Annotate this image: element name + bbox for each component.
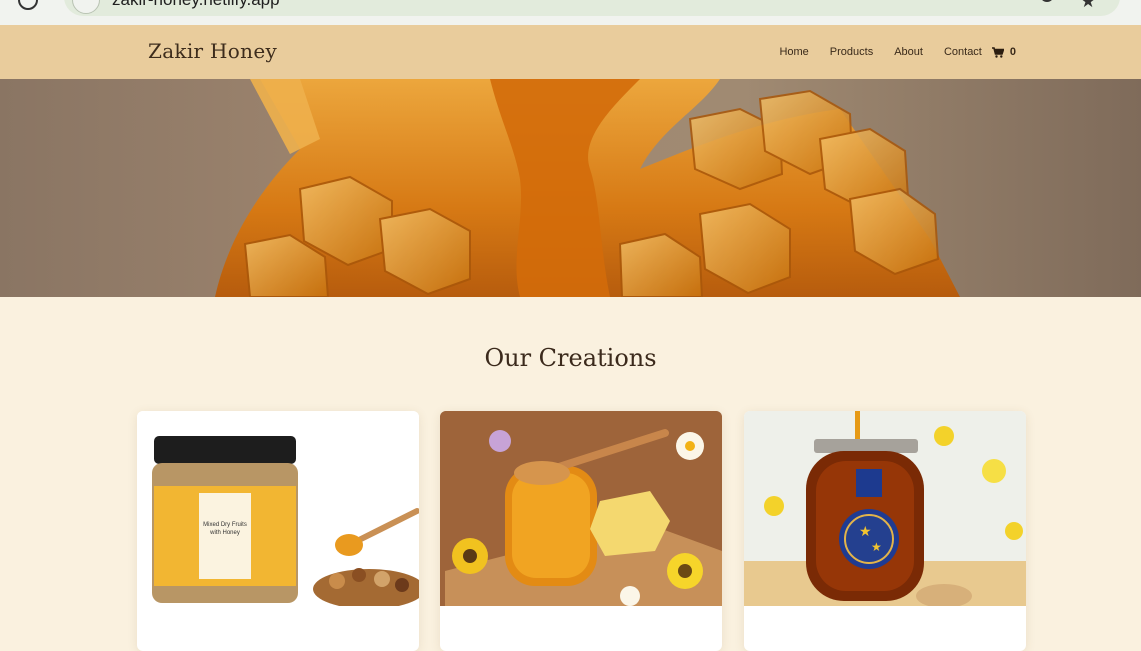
- cart-count: 0: [1009, 46, 1016, 58]
- product-card[interactable]: Mixed Dry Fruits with Honey: [137, 411, 419, 651]
- address-url[interactable]: zakir-honey.netlify.app: [112, 0, 280, 10]
- svg-text:Mixed Dry Fruits: Mixed Dry Fruits: [203, 522, 247, 528]
- section-title: Our Creations: [484, 344, 657, 372]
- svg-text:★: ★: [871, 540, 882, 554]
- browser-toolbar: zakir-honey.netlify.app ★: [0, 0, 1141, 25]
- product-image-dry-fruits-honey: Mixed Dry Fruits with Honey: [137, 411, 419, 606]
- site-header: Zakir Honey Home Products About Contact …: [0, 25, 1141, 79]
- nav-home[interactable]: Home: [779, 46, 808, 58]
- cart-button[interactable]: 0: [991, 46, 1016, 58]
- bookmark-star-icon[interactable]: ★: [1080, 0, 1096, 10]
- product-image-honey-dipper-flowers: [440, 411, 722, 606]
- svg-text:★: ★: [859, 524, 872, 540]
- honeycomb-illustration: [215, 79, 960, 297]
- svg-text:with Honey: with Honey: [209, 530, 240, 536]
- main-nav: Home Products About Contact 0: [758, 25, 1016, 79]
- cart-icon: [991, 46, 1004, 58]
- product-card[interactable]: [440, 411, 722, 651]
- reload-icon[interactable]: [18, 0, 38, 10]
- brand-logo[interactable]: Zakir Honey: [148, 39, 277, 63]
- nav-contact[interactable]: Contact: [944, 46, 982, 58]
- nav-about[interactable]: About: [894, 46, 923, 58]
- product-image-dark-honey-jar: ★ ★: [744, 411, 1026, 606]
- product-card[interactable]: ★ ★: [744, 411, 1026, 651]
- hero-image: [0, 79, 1141, 297]
- nav-products[interactable]: Products: [830, 46, 873, 58]
